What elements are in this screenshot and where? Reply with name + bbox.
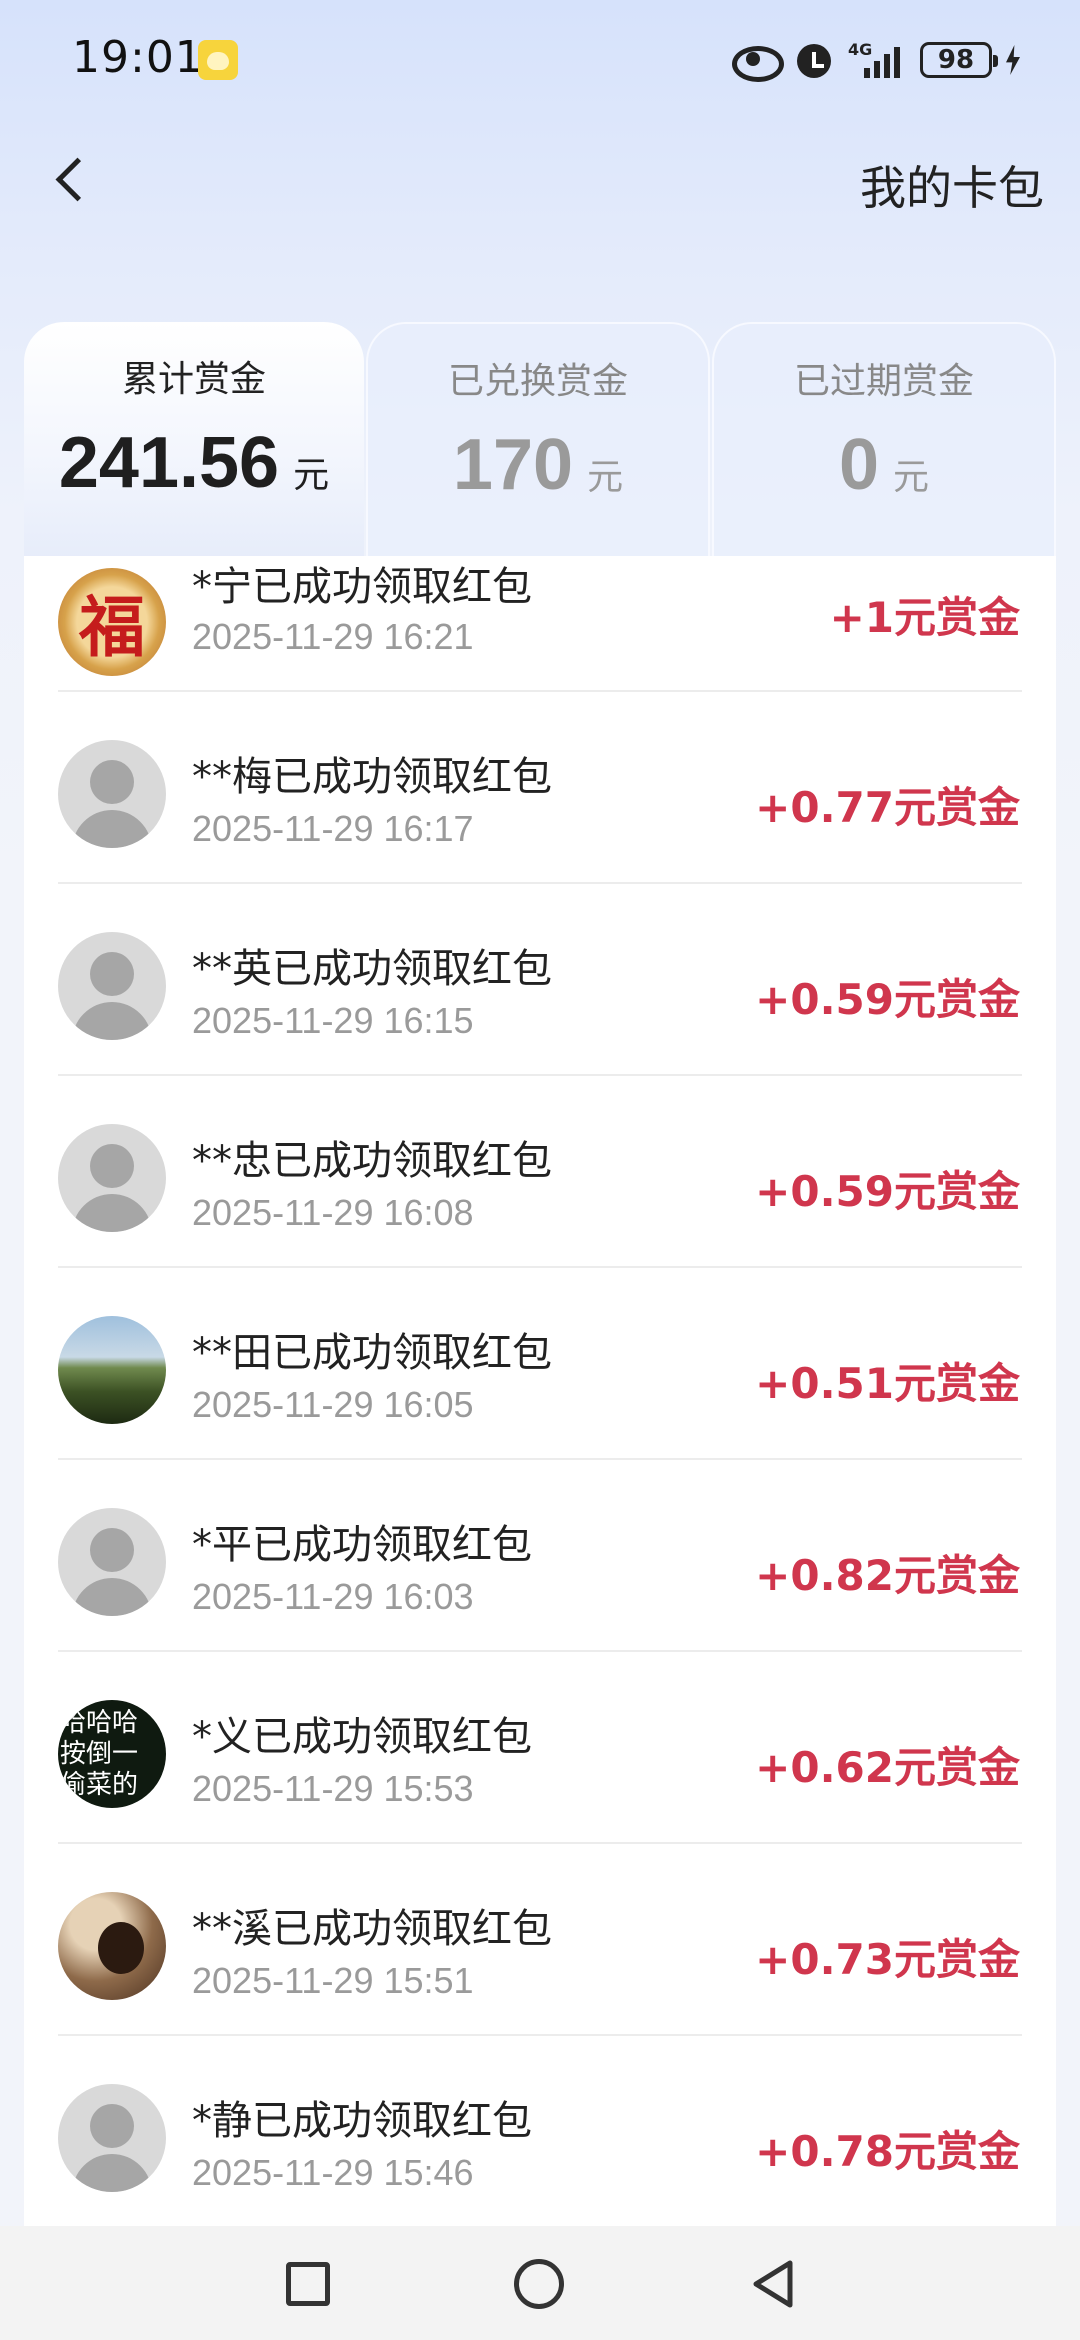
item-name: **忠已成功领取红包 — [192, 1138, 552, 1184]
item-time: 2025-11-29 16:15 — [192, 1000, 474, 1041]
item-time: 2025-11-29 16:03 — [192, 1576, 474, 1617]
list-item: **英已成功领取红包 2025-11-29 16:15 +0.59元赏金 — [24, 884, 1056, 1076]
list-item: **田已成功领取红包 2025-11-29 16:05 +0.51元赏金 — [24, 1268, 1056, 1460]
tab-label: 已过期赏金 — [793, 361, 974, 402]
reward-record-list[interactable]: 福 *宁已成功领取红包 2025-11-29 16:21 +1元赏金 **梅已成… — [24, 556, 1056, 2226]
item-time: 2025-11-29 15:51 — [192, 1960, 474, 2001]
status-bar: 19:01 4G 98 — [0, 0, 1080, 120]
recent-apps-icon[interactable] — [286, 2262, 330, 2306]
tab-value: 170 — [452, 425, 574, 505]
system-nav-bar — [0, 2226, 1080, 2340]
fu-glyph: 福 — [79, 588, 145, 666]
tab-unit: 元 — [587, 457, 624, 498]
tab-expired-reward[interactable]: 已过期赏金 0元 — [712, 322, 1056, 562]
signal-icon: 4G — [848, 40, 906, 80]
default-avatar — [58, 1124, 166, 1232]
item-name: *义已成功领取红包 — [192, 1714, 532, 1760]
avatar-text-line: 哈哈哈 — [60, 1708, 139, 1738]
item-name: *静已成功领取红包 — [192, 2098, 532, 2144]
tab-value: 241.56 — [58, 423, 280, 503]
item-time: 2025-11-29 16:21 — [192, 616, 474, 657]
tab-redeemed-reward[interactable]: 已兑换赏金 170 元 — [366, 322, 710, 562]
default-avatar — [58, 1508, 166, 1616]
tab-total-reward[interactable]: 累计赏金 241.56 元 — [24, 322, 364, 562]
avatar-text-line: 偷菜的 — [60, 1770, 139, 1800]
fu-avatar: 福 — [58, 568, 166, 676]
status-time: 19:01 — [72, 32, 204, 83]
item-time: 2025-11-29 16:17 — [192, 808, 474, 849]
list-item: **溪已成功领取红包 2025-11-29 15:51 +0.73元赏金 — [24, 1844, 1056, 2036]
item-name: *平已成功领取红包 — [192, 1522, 532, 1568]
list-item: **梅已成功领取红包 2025-11-29 16:17 +0.77元赏金 — [24, 692, 1056, 884]
photo-avatar — [58, 1892, 166, 2000]
item-name: **溪已成功领取红包 — [192, 1906, 552, 1952]
back-icon[interactable] — [748, 2258, 798, 2310]
list-item: **忠已成功领取红包 2025-11-29 16:08 +0.59元赏金 — [24, 1076, 1056, 1268]
wallet-screen: 19:01 4G 98 我的卡包 累计赏金 241.56 元 已兑换赏金 170… — [0, 0, 1080, 2340]
item-amount: +0.62元赏金 — [755, 1743, 1020, 1792]
avatar-text-line: 按倒一 — [60, 1739, 139, 1769]
text-avatar: 哈哈哈 按倒一 偷菜的 — [58, 1700, 166, 1808]
tab-amount: 0元 — [714, 424, 1054, 506]
item-amount: +0.59元赏金 — [755, 1167, 1020, 1216]
tab-amount: 241.56 元 — [24, 422, 364, 504]
default-avatar — [58, 740, 166, 848]
default-avatar — [58, 2084, 166, 2192]
tab-value: 0 — [838, 425, 880, 505]
app-notification-icon — [198, 40, 238, 80]
battery-level: 98 — [937, 45, 975, 75]
page-title: 我的卡包 — [860, 161, 1044, 215]
item-amount: +0.82元赏金 — [755, 1551, 1020, 1600]
back-arrow-icon[interactable] — [40, 150, 100, 210]
battery-icon: 98 — [920, 42, 998, 78]
item-name: *宁已成功领取红包 — [192, 564, 532, 610]
tab-label: 已兑换赏金 — [447, 361, 628, 402]
default-avatar — [58, 932, 166, 1040]
list-item: 哈哈哈 按倒一 偷菜的 *义已成功领取红包 2025-11-29 15:53 +… — [24, 1652, 1056, 1844]
list-item: *静已成功领取红包 2025-11-29 15:46 +0.78元赏金 — [24, 2036, 1056, 2226]
item-time: 2025-11-29 16:08 — [192, 1192, 474, 1233]
list-item: *平已成功领取红包 2025-11-29 16:03 +0.82元赏金 — [24, 1460, 1056, 1652]
item-amount: +0.59元赏金 — [755, 975, 1020, 1024]
status-icons: 4G 98 — [730, 32, 1020, 88]
item-amount: +0.73元赏金 — [755, 1935, 1020, 1984]
item-amount: +0.77元赏金 — [755, 783, 1020, 832]
alarm-icon — [794, 40, 834, 80]
item-name: **英已成功领取红包 — [192, 946, 552, 992]
home-icon[interactable] — [514, 2259, 564, 2309]
item-name: **梅已成功领取红包 — [192, 754, 552, 800]
tab-amount: 170 元 — [368, 424, 708, 506]
item-name: **田已成功领取红包 — [192, 1330, 552, 1376]
item-amount: +0.78元赏金 — [755, 2127, 1020, 2176]
item-amount: +1元赏金 — [829, 593, 1020, 642]
item-time: 2025-11-29 15:46 — [192, 2152, 474, 2193]
item-amount: +0.51元赏金 — [755, 1359, 1020, 1408]
item-time: 2025-11-29 15:53 — [192, 1768, 474, 1809]
tab-unit: 元 — [293, 455, 330, 496]
item-time: 2025-11-29 16:05 — [192, 1384, 474, 1425]
tab-label: 累计赏金 — [121, 359, 266, 400]
eye-icon — [730, 43, 784, 82]
list-item: 福 *宁已成功领取红包 2025-11-29 16:21 +1元赏金 — [24, 556, 1056, 692]
landscape-avatar — [58, 1316, 166, 1424]
charging-icon — [1006, 45, 1020, 75]
tab-unit: 元 — [893, 457, 930, 498]
